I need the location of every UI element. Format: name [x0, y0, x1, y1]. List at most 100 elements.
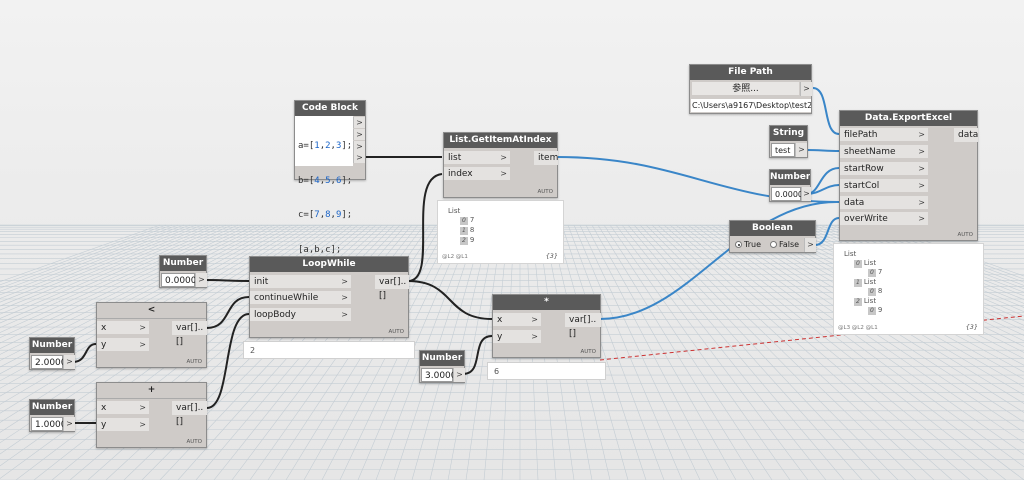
radio-empty-icon: [770, 241, 777, 248]
input-port-overwrite[interactable]: overWrite >: [840, 212, 928, 226]
input-port-y[interactable]: y >: [97, 418, 149, 432]
number-node-one[interactable]: Number 1.0000 >: [29, 399, 75, 432]
chevron-right-icon: >: [139, 403, 146, 412]
browse-button[interactable]: 参照...: [692, 82, 799, 96]
output-port[interactable]: >: [801, 187, 811, 201]
output-port-item[interactable]: item: [534, 151, 558, 165]
node-title: *: [493, 295, 600, 310]
chevron-right-icon: >: [139, 340, 146, 349]
output-port[interactable]: >: [795, 143, 807, 157]
chevron-right-icon: >: [918, 147, 925, 156]
true-radio[interactable]: True: [735, 240, 761, 249]
chevron-right-icon: >: [918, 130, 925, 139]
node-title: File Path: [690, 65, 811, 80]
input-port-x[interactable]: x >: [97, 321, 149, 335]
loopwhile-node[interactable]: LoopWhile init > continueWhile > loopBody >…: [249, 256, 409, 338]
chevron-right-icon: >: [341, 277, 348, 286]
input-port-index[interactable]: index >: [444, 167, 510, 181]
input-port-x[interactable]: x >: [493, 313, 541, 327]
number-node-two[interactable]: Number 2.0000 >: [29, 337, 75, 370]
preview-sublist: 1 List: [854, 278, 877, 287]
node-title: List.GetItemAtIndex: [444, 133, 557, 148]
preview-levels: @L2 @L1: [442, 254, 468, 260]
less-than-node[interactable]: < x > y > var[]..[] AUTO: [96, 302, 207, 368]
input-port-sheetname[interactable]: sheetName >: [840, 145, 928, 159]
output-port[interactable]: >: [63, 355, 75, 369]
number-input[interactable]: 0.0000: [771, 187, 803, 201]
string-input[interactable]: test: [771, 143, 795, 157]
input-port-y[interactable]: y >: [97, 338, 149, 352]
lacing-auto-label: AUTO: [388, 329, 404, 335]
loopwhile-preview[interactable]: 2: [243, 341, 415, 359]
number-node-init[interactable]: Number 0.0000 >: [159, 255, 207, 288]
output-port-var[interactable]: var[]..[]: [172, 321, 207, 347]
code-block-node[interactable]: Code Block a=[1,2,3]; b=[4,5,6]; c=[7,8,…: [294, 100, 366, 255]
export-preview[interactable]: List 0 List 07 1 List 08 2 List 09 @L3 @L2 …: [833, 243, 984, 335]
node-title: Data.ExportExcel: [840, 111, 977, 126]
input-port-data[interactable]: data >: [840, 196, 928, 210]
chevron-right-icon: >: [531, 315, 538, 324]
chevron-right-icon: >: [918, 198, 925, 207]
plus-node[interactable]: + x > y > var[]..[] AUTO: [96, 382, 207, 448]
preview-levels: @L3 @L2 @L1: [838, 325, 878, 331]
input-port-startrow[interactable]: startRow >: [840, 162, 928, 176]
input-port-list[interactable]: list >: [444, 151, 510, 165]
file-path-node[interactable]: File Path 参照... > C:\Users\a9167\Desktop…: [689, 64, 812, 114]
data-exportexcel-node[interactable]: Data.ExportExcel filePath > sheetName > st…: [839, 110, 978, 241]
list-getitem-preview[interactable]: List 07 18 29 @L2 @L1 {3}: [437, 200, 564, 264]
multiply-node[interactable]: * x > y > var[]..[] AUTO: [492, 294, 601, 358]
output-port[interactable]: >: [800, 82, 812, 96]
chevron-right-icon: >: [139, 420, 146, 429]
code-line-3: c=[7,8,9];: [298, 210, 353, 220]
node-title: LoopWhile: [250, 257, 408, 272]
number-input[interactable]: 2.0000: [31, 355, 67, 369]
output-port-var[interactable]: var[]..[]: [172, 401, 207, 427]
lacing-auto-label: AUTO: [957, 232, 973, 238]
number-input[interactable]: 0.0000: [161, 273, 197, 287]
preview-item: 08: [868, 287, 883, 296]
string-node[interactable]: String test >: [769, 125, 808, 158]
preview-sublist: 0 List: [854, 259, 877, 268]
output-port[interactable]: >: [195, 273, 207, 287]
false-radio[interactable]: False: [770, 240, 799, 249]
input-port-startcol[interactable]: startCol >: [840, 179, 928, 193]
list-getitematindex-node[interactable]: List.GetItemAtIndex list > index > item AU…: [443, 132, 558, 198]
multiply-preview[interactable]: 6: [487, 362, 606, 380]
input-port-y[interactable]: y >: [493, 330, 541, 344]
output-port[interactable]: >: [453, 368, 465, 382]
chevron-right-icon: >: [500, 169, 507, 178]
node-title: Boolean: [730, 221, 815, 236]
chevron-right-icon: >: [500, 153, 507, 162]
code-editor[interactable]: a=[1,2,3]; b=[4,5,6]; c=[7,8,9]; [a,b,c]…: [295, 116, 353, 255]
output-port-4[interactable]: >: [353, 152, 365, 163]
preview-list-header: List: [448, 207, 461, 215]
boolean-node[interactable]: Boolean True False >: [729, 220, 816, 253]
code-line-4: [a,b,c];: [298, 244, 342, 255]
input-port-filepath[interactable]: filePath >: [840, 128, 928, 142]
number-input[interactable]: 1.0000: [31, 417, 67, 431]
output-port-var[interactable]: var[]..[]: [375, 275, 409, 301]
chevron-right-icon: >: [918, 164, 925, 173]
node-title: +: [97, 383, 206, 399]
input-port-loopbody[interactable]: loopBody >: [250, 308, 351, 322]
output-port-1[interactable]: >: [353, 117, 365, 128]
node-title: <: [97, 303, 206, 319]
output-port[interactable]: >: [63, 417, 75, 431]
number-node-startrow[interactable]: Number 0.0000 >: [769, 169, 811, 202]
output-port-var[interactable]: var[]..[]: [565, 313, 601, 339]
input-port-continuewhile[interactable]: continueWhile >: [250, 291, 351, 305]
output-port-2[interactable]: >: [353, 129, 365, 140]
number-input[interactable]: 3.0000: [421, 368, 457, 382]
number-node-three[interactable]: Number 3.0000 >: [419, 350, 465, 383]
output-port-3[interactable]: >: [353, 141, 365, 152]
output-port[interactable]: >: [804, 238, 816, 252]
input-port-x[interactable]: x >: [97, 401, 149, 415]
file-path-value: C:\Users\a9167\Desktop\test2: [691, 99, 811, 112]
graph-canvas[interactable]: Code Block a=[1,2,3]; b=[4,5,6]; c=[7,8,…: [0, 0, 1024, 480]
node-title: Number: [30, 400, 74, 415]
output-port-data[interactable]: data: [954, 128, 978, 142]
input-port-init[interactable]: init >: [250, 275, 351, 289]
preview-list-header: List: [844, 250, 857, 258]
chevron-right-icon: >: [341, 293, 348, 302]
preview-item: 09: [868, 306, 883, 315]
